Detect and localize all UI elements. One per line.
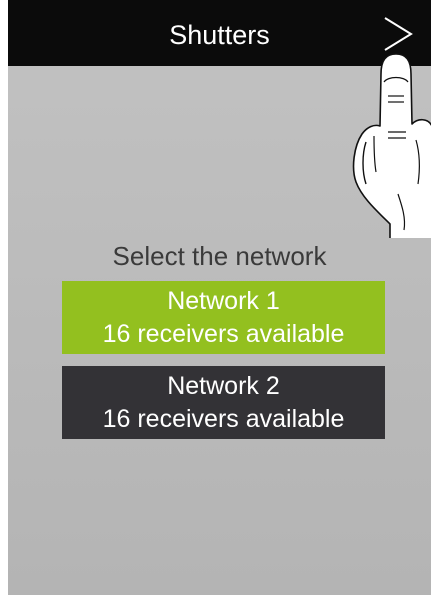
network-2-button[interactable]: Network 2 16 receivers available: [62, 366, 385, 439]
app-screen: Shutters Select the network Network 1 16…: [8, 0, 431, 595]
select-network-prompt: Select the network: [112, 241, 327, 271]
network-status: 16 receivers available: [102, 320, 345, 348]
tapping-hand-icon: [352, 53, 431, 238]
network-name: Network 1: [167, 287, 280, 315]
network-1-button[interactable]: Network 1 16 receivers available: [62, 281, 385, 354]
network-name: Network 2: [167, 372, 280, 400]
network-status: 16 receivers available: [102, 405, 345, 433]
